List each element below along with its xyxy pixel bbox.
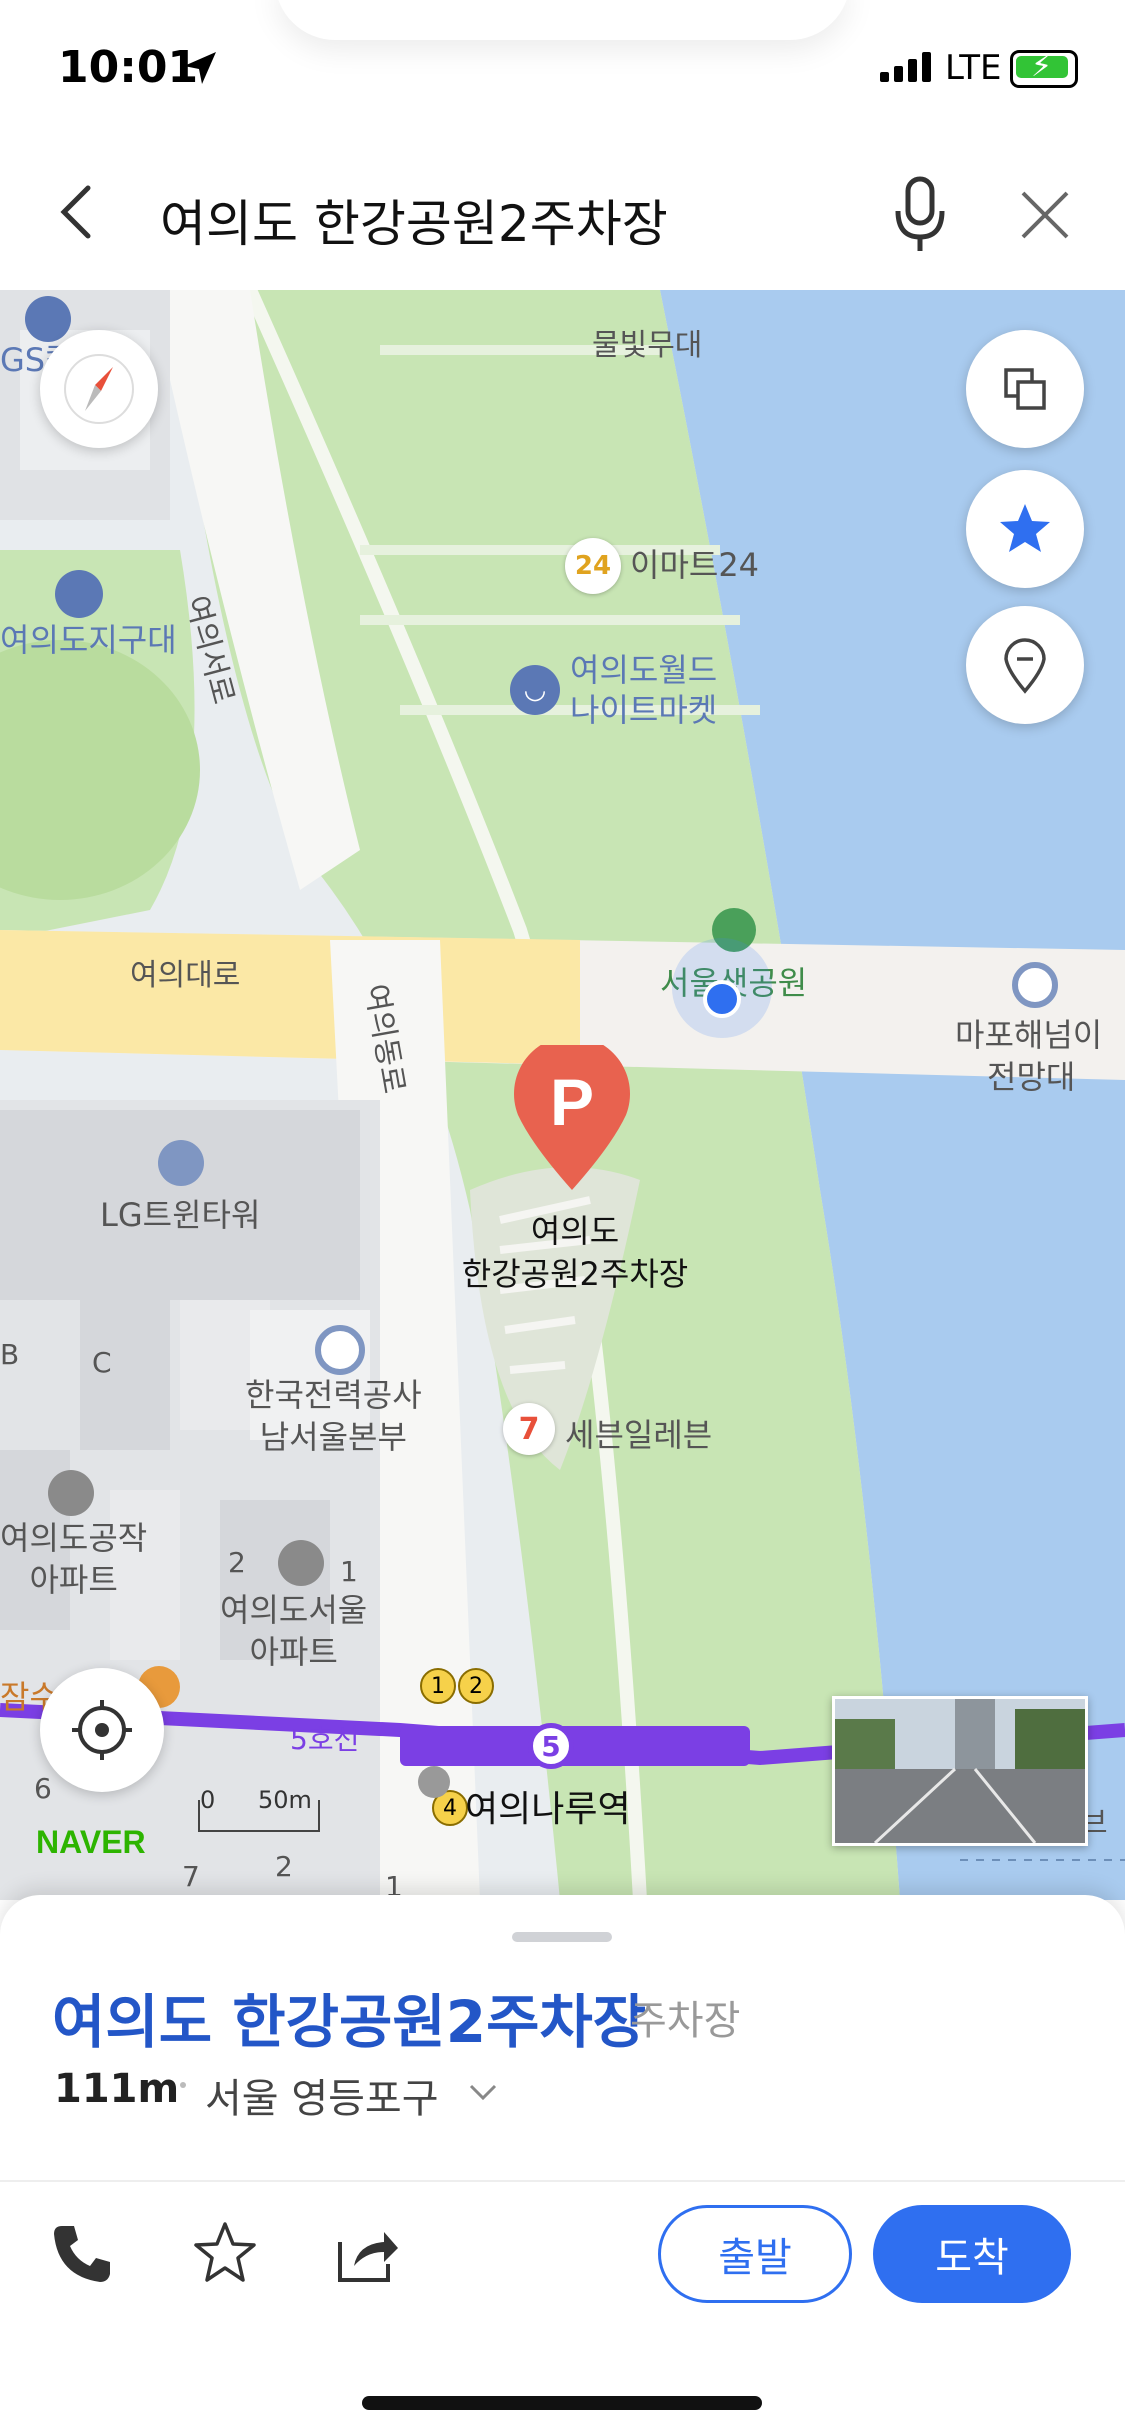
naver-logo: NAVER <box>36 1824 146 1860</box>
map-label-gongjak[interactable]: 여의도공작 아파트 <box>0 1518 147 1601</box>
metro-line-label: 5호선 <box>290 1723 360 1756</box>
close-icon[interactable] <box>1015 185 1075 245</box>
my-location-button[interactable] <box>40 1668 164 1792</box>
emart24-icon[interactable]: 24 <box>565 538 621 594</box>
map-label-lg-twin[interactable]: LG트윈타워 <box>100 1190 260 1236</box>
seoul-apt-line2: 아파트 <box>249 1632 338 1671</box>
gongjak-line1: 여의도공작 <box>0 1519 148 1557</box>
line5-badge[interactable]: 5 <box>528 1723 574 1769</box>
block-number: 7 <box>182 1860 200 1893</box>
landmark-icon-mapo[interactable] <box>1012 962 1058 1008</box>
apartment-icon-gongjak[interactable] <box>48 1470 94 1516</box>
pin-icon <box>1004 638 1046 694</box>
exit-badge-2[interactable]: 2 <box>458 1668 494 1704</box>
layers-icon <box>1004 368 1046 410</box>
map-label-mapo[interactable]: 마포해넘이 전망대 <box>955 1015 1102 1098</box>
block-label-b: B <box>0 1338 20 1371</box>
map-label-jigudae[interactable]: 여의도지구대 <box>0 620 177 660</box>
map-label-seoul-apt[interactable]: 여의도서울 아파트 <box>220 1590 367 1673</box>
gongjak-line2: 아파트 <box>29 1560 118 1599</box>
parking-line2: 한강공원2주차장 <box>461 1255 689 1294</box>
seven-eleven-icon[interactable]: 7 <box>503 1403 555 1455</box>
sheet-drag-handle[interactable] <box>512 1932 612 1942</box>
seoul-apt-line1: 여의도서울 <box>220 1591 368 1629</box>
battery-icon: ⚡ <box>1010 49 1078 88</box>
exit-badge-1[interactable]: 1 <box>420 1668 456 1704</box>
parking-line1: 여의도 <box>530 1212 620 1250</box>
block-label-c: C <box>92 1346 112 1379</box>
scale-zero: 0 <box>200 1786 216 1814</box>
exit-number: 4 <box>443 1795 457 1821</box>
search-input[interactable]: 여의도 한강공원2주차장 <box>160 184 668 256</box>
building-icon-lg[interactable] <box>158 1140 204 1186</box>
mapo-line1: 마포해넘이 <box>955 1016 1103 1054</box>
block-number: 1 <box>340 1555 358 1588</box>
parking-marker-icon[interactable]: P <box>512 1045 632 1195</box>
back-icon[interactable] <box>52 182 102 242</box>
separator-dot <box>180 2082 186 2088</box>
exit-number: 2 <box>469 1673 483 1699</box>
block-number: 2 <box>275 1850 293 1883</box>
night-market-line1: 여의도월드 <box>570 651 718 689</box>
device-notch <box>275 0 850 40</box>
favorites-star-icon <box>1000 504 1050 552</box>
kepco-line2: 남서울본부 <box>259 1417 407 1456</box>
star-outline-icon[interactable] <box>190 2218 260 2288</box>
depart-button[interactable]: 출발 <box>658 2205 852 2303</box>
block-number: 6 <box>34 1772 52 1805</box>
map-label-parking[interactable]: 여의도 한강공원2주차장 <box>440 1210 710 1296</box>
map-label-seven-eleven[interactable]: 세븐일레븐 <box>565 1410 712 1456</box>
pin-button[interactable] <box>966 606 1084 724</box>
place-title[interactable]: 여의도 한강공원2주차장 <box>52 1975 646 2059</box>
location-arrow-icon <box>184 52 216 84</box>
arrive-button[interactable]: 도착 <box>873 2205 1071 2303</box>
block-number: 2 <box>228 1546 246 1579</box>
mapo-line2: 전망대 <box>987 1057 1076 1096</box>
compass-button[interactable] <box>40 330 158 448</box>
line5-badge-number: 5 <box>541 1729 561 1763</box>
home-indicator[interactable] <box>362 2396 762 2410</box>
divider <box>0 2180 1125 2182</box>
road-label-yeouidaero: 여의대로 <box>130 958 241 993</box>
scale-distance: 50m <box>258 1786 312 1814</box>
place-distance: 111m <box>54 2066 180 2112</box>
apartment-icon-seoul[interactable] <box>278 1540 324 1586</box>
place-region[interactable]: 서울 영등포구 <box>205 2066 439 2124</box>
favorites-button[interactable] <box>966 470 1084 588</box>
parking-marker-letter: P <box>550 1065 594 1139</box>
status-time: 10:01 <box>58 42 199 93</box>
compass-icon <box>64 354 134 424</box>
share-icon[interactable] <box>332 2218 402 2288</box>
map-label-kepco[interactable]: 한국전력공사 남서울본부 <box>245 1375 422 1458</box>
map-label-naru-station[interactable]: 여의나루역 <box>465 1780 631 1832</box>
network-type: LTE <box>945 48 1002 88</box>
chevron-down-icon[interactable] <box>468 2082 498 2102</box>
street-view-thumbnail[interactable] <box>832 1696 1088 1846</box>
place-category: 주차장 <box>630 1998 741 2044</box>
market-icon[interactable]: ◡ <box>510 665 560 715</box>
gas-station-icon[interactable] <box>25 296 71 342</box>
street-view-image <box>835 1699 1085 1843</box>
kepco-line1: 한국전력공사 <box>245 1376 422 1414</box>
layers-button[interactable] <box>966 330 1084 448</box>
my-location-icon <box>72 1700 132 1760</box>
mic-icon[interactable] <box>890 175 950 255</box>
emart24-badge: 24 <box>574 551 612 581</box>
map-label-mulbit: 물빛무대 <box>592 328 703 363</box>
map-label-emart24[interactable]: 이마트24 <box>630 545 759 585</box>
map-scale: 0 50m <box>198 1786 320 1832</box>
signal-strength-icon <box>880 52 931 82</box>
phone-icon[interactable] <box>48 2218 118 2288</box>
current-location-dot <box>703 980 741 1018</box>
exit-number: 1 <box>431 1673 445 1699</box>
police-icon[interactable] <box>55 570 103 618</box>
map-view[interactable]: 물빛무대 24 이마트24 ◡ 여의도월드 나이트마켓 여의서로 여의도지구대 … <box>0 290 1125 1900</box>
map-label-night-market[interactable]: 여의도월드 나이트마켓 <box>570 650 717 730</box>
building-icon-kepco[interactable] <box>315 1325 365 1375</box>
restroom-icon <box>418 1766 450 1798</box>
night-market-line2: 나이트마켓 <box>570 691 718 729</box>
